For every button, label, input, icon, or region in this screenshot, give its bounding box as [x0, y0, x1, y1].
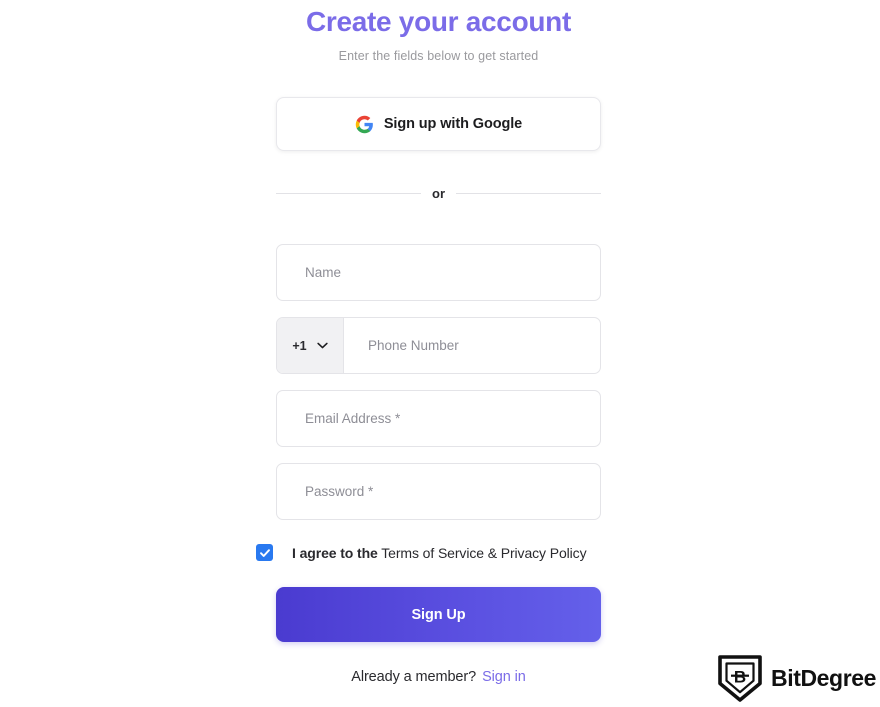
- country-code-value: +1: [292, 338, 307, 353]
- divider-line-right: [456, 193, 601, 194]
- sign-up-with-google-button[interactable]: Sign up with Google: [276, 97, 601, 151]
- signup-page: Create your account Enter the fields bel…: [0, 0, 880, 707]
- terms-row: I agree to the Terms of Service & Privac…: [256, 544, 601, 561]
- google-g-icon: [355, 115, 373, 133]
- sign-in-link[interactable]: Sign in: [482, 669, 526, 685]
- page-title: Create your account: [305, 6, 572, 37]
- divider-label: or: [432, 186, 445, 201]
- bitdegree-logo: B BitDegree: [718, 655, 880, 702]
- sign-up-button[interactable]: Sign Up: [276, 587, 601, 642]
- footer: Already a member? Sign in: [256, 669, 621, 685]
- country-code-select[interactable]: +1: [277, 318, 344, 373]
- bitdegree-wordmark: BitDegree: [771, 665, 876, 691]
- divider-line-left: [276, 193, 421, 194]
- bitdegree-shield-icon: B: [718, 655, 762, 702]
- terms-agree-label: I agree to the: [292, 544, 378, 561]
- email-field[interactable]: [276, 390, 601, 447]
- password-input[interactable]: [277, 464, 600, 519]
- page-subtitle: Enter the fields below to get started: [338, 49, 539, 63]
- name-field[interactable]: [276, 244, 601, 301]
- terms-checkbox[interactable]: [256, 544, 273, 561]
- footer-prompt: Already a member?: [351, 669, 477, 685]
- divider: or: [276, 186, 601, 201]
- terms-text: I agree to the Terms of Service & Privac…: [292, 544, 587, 561]
- chevron-down-icon: [316, 342, 328, 349]
- svg-text:B: B: [734, 668, 746, 687]
- google-button-label: Sign up with Google: [383, 116, 523, 132]
- signup-form-column: Create your account Enter the fields bel…: [256, 0, 601, 685]
- checkmark-icon: [259, 548, 270, 557]
- email-input[interactable]: [277, 391, 600, 446]
- name-input[interactable]: [277, 245, 600, 300]
- phone-input[interactable]: [344, 318, 600, 373]
- terms-links-label[interactable]: Terms of Service & Privacy Policy: [381, 545, 586, 561]
- svg-text:BitDegree: BitDegree: [771, 665, 876, 691]
- phone-field[interactable]: +1: [276, 317, 601, 374]
- password-field[interactable]: [276, 463, 601, 520]
